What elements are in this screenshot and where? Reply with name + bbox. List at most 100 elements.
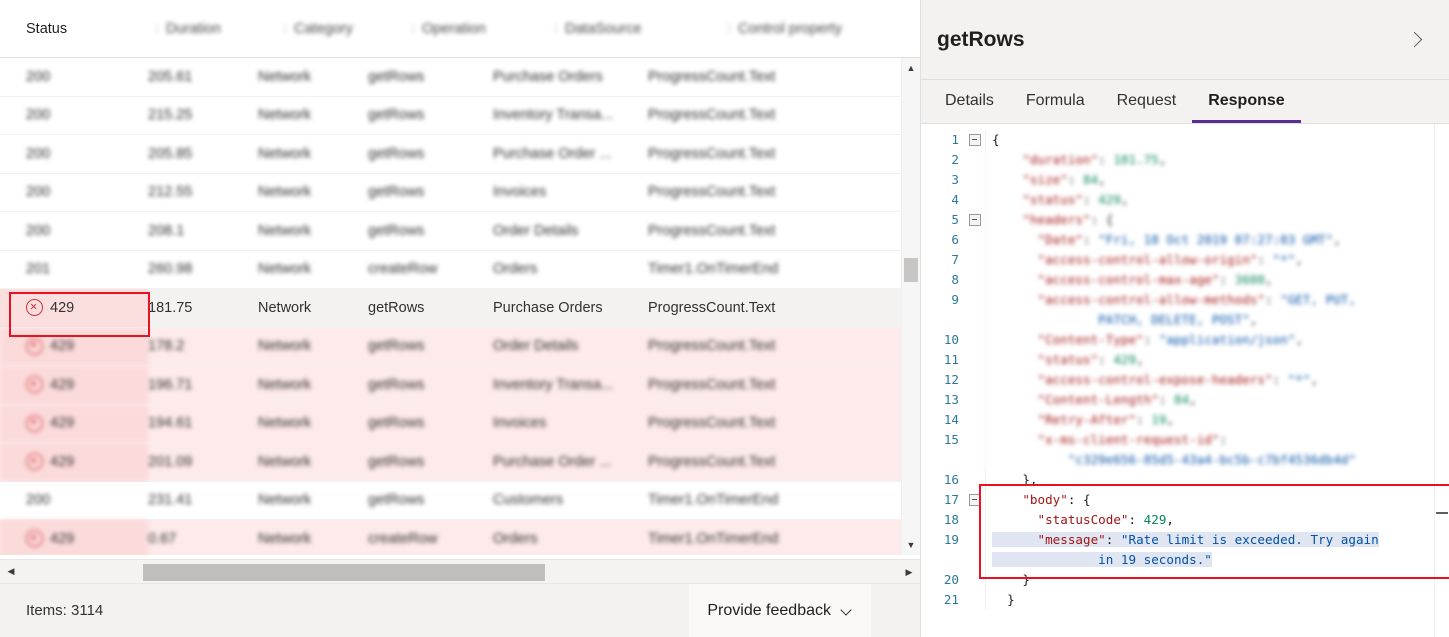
- fold-slot: [965, 530, 985, 534]
- cell-duration: 201.09: [148, 453, 193, 470]
- column-header-operation[interactable]: Operation: [422, 21, 547, 37]
- response-json-viewer[interactable]: 1{2 "duration": 181.75, 3 "size": 84, 4 "s…: [921, 124, 1449, 637]
- table-row[interactable]: 200 208.1 Network getRows Order Details Progr…: [0, 212, 920, 251]
- fold-slot: [965, 330, 985, 334]
- table-row[interactable]: 429 194.61 Network getRows Invoices ProgressC…: [0, 404, 920, 443]
- column-resize-handle[interactable]: ⋮: [720, 22, 738, 35]
- cell-operation: createRow: [368, 530, 438, 547]
- fold-slot: [965, 350, 985, 354]
- line-number: 12: [943, 372, 959, 387]
- cell-duration: 194.61: [148, 415, 193, 432]
- fold-slot: [965, 570, 985, 574]
- cell-operation: getRows: [368, 107, 425, 124]
- table-row[interactable]: 429 178.2 Network getRows Order Details Progr…: [0, 327, 920, 366]
- vertical-scroll-thumb[interactable]: [904, 258, 918, 282]
- column-resize-handle[interactable]: ⋮: [148, 22, 166, 35]
- line-number: 1: [951, 132, 959, 147]
- fold-slot: [965, 430, 985, 434]
- scroll-right-arrow-icon[interactable]: ▶: [898, 560, 920, 584]
- json-scroll-thumb[interactable]: [1436, 512, 1448, 514]
- line-number: 13: [943, 392, 959, 407]
- json-code-text: }: [985, 570, 1449, 590]
- scroll-left-arrow-icon[interactable]: ◀: [0, 560, 22, 584]
- cell-category: Network: [258, 376, 312, 393]
- json-code-text: "status": 429,: [985, 190, 1449, 210]
- collapse-toggle-icon[interactable]: [969, 214, 981, 226]
- json-line: 6 "Date": "Fri, 18 Oct 2019 07:27:03 GMT…: [921, 230, 1449, 250]
- status-code-value: 429: [50, 530, 75, 547]
- provide-feedback-label: Provide feedback: [707, 601, 831, 619]
- line-number: 21: [943, 592, 959, 607]
- table-horizontal-scrollbar[interactable]: ◀ ▶: [0, 559, 920, 584]
- error-circle-x-icon: [26, 414, 43, 432]
- cell-category: Network: [258, 453, 312, 470]
- cell-duration: 0.67: [148, 530, 177, 547]
- line-number: 8: [951, 272, 959, 287]
- column-header-control-property[interactable]: Control property: [738, 21, 920, 37]
- cell-control: ProgressCount.Text: [648, 107, 776, 124]
- collapse-toggle-icon[interactable]: [969, 134, 981, 146]
- table-row[interactable]: 200 212.55 Network getRows Invoices ProgressC…: [0, 173, 920, 212]
- line-number: 17: [943, 492, 959, 507]
- json-line: PATCH, DELETE, POST",: [921, 310, 1449, 330]
- json-code-text: "x-ms-client-request-id":: [985, 430, 1449, 450]
- json-code-text: "access-control-allow-methods": "GET, PU…: [985, 290, 1449, 310]
- column-resize-handle[interactable]: ⋮: [276, 22, 294, 35]
- line-number: 20: [943, 572, 959, 587]
- column-header-status[interactable]: Status: [0, 21, 148, 37]
- cell-category: Network: [258, 107, 312, 124]
- column-resize-handle[interactable]: ⋮: [547, 22, 565, 35]
- tab-details[interactable]: Details: [929, 81, 1010, 123]
- collapse-toggle-icon[interactable]: [969, 494, 981, 506]
- cell-datasource: Invoices: [493, 415, 547, 432]
- json-code-text: {: [985, 130, 1449, 150]
- table-row[interactable]: 429 0.67 Network createRow Orders Timer1.OnTi…: [0, 520, 920, 555]
- fold-slot: [965, 450, 985, 454]
- cell-operation: getRows: [368, 338, 425, 355]
- json-code-text: },: [985, 470, 1449, 490]
- scroll-up-arrow-icon[interactable]: ▲: [902, 58, 920, 78]
- column-header-category[interactable]: Category: [294, 21, 404, 37]
- json-line: in 19 seconds.": [921, 550, 1449, 570]
- json-vertical-scrollbar[interactable]: [1434, 124, 1449, 637]
- cell-operation: createRow: [368, 261, 438, 278]
- cell-category: Network: [258, 261, 312, 278]
- cell-duration: 205.85: [148, 145, 193, 162]
- table-row[interactable]: 200 205.61 Network getRows Purchase Orders Pr…: [0, 58, 920, 97]
- tab-response[interactable]: Response: [1192, 81, 1301, 123]
- scroll-down-arrow-icon[interactable]: ▼: [902, 535, 920, 555]
- table-row[interactable]: 429 201.09 Network getRows Purchase Order ..…: [0, 443, 920, 482]
- table-vertical-scrollbar[interactable]: ▲ ▼: [901, 58, 920, 555]
- table-row[interactable]: 201 260.98 Network createRow Orders Timer1.On…: [0, 250, 920, 289]
- json-code-text: "access-control-expose-headers": "*",: [985, 370, 1449, 390]
- json-line: 21 }: [921, 590, 1449, 610]
- error-circle-x-icon: [26, 337, 43, 355]
- json-line: 4 "status": 429,: [921, 190, 1449, 210]
- fold-slot: [965, 490, 985, 506]
- table-row[interactable]: 200 205.85 Network getRows Purchase Order ..…: [0, 135, 920, 174]
- line-number: 7: [951, 252, 959, 267]
- json-line: 2 "duration": 181.75,: [921, 150, 1449, 170]
- json-code-text: "Retry-After": 19,: [985, 410, 1449, 430]
- collapse-panel-button[interactable]: [1401, 26, 1427, 52]
- cell-control: ProgressCount.Text: [648, 415, 776, 432]
- cell-control: ProgressCount.Text: [648, 222, 776, 239]
- detail-panel-header: getRows: [921, 0, 1449, 80]
- column-header-datasource[interactable]: DataSource: [565, 21, 720, 37]
- table-row[interactable]: 429 196.71 Network getRows Inventory Transa.…: [0, 366, 920, 405]
- tab-formula[interactable]: Formula: [1010, 81, 1101, 123]
- table-row[interactable]: 200 231.41 Network getRows Customers Timer1.O…: [0, 481, 920, 520]
- tab-request[interactable]: Request: [1101, 81, 1193, 123]
- cell-control: ProgressCount.Text: [648, 376, 776, 393]
- column-resize-handle[interactable]: ⋮: [404, 22, 422, 35]
- table-row[interactable]: 200 215.25 Network getRows Inventory Transa.…: [0, 96, 920, 135]
- cell-control: ProgressCount.Text: [648, 184, 776, 201]
- table-header-row: Status ⋮ Duration ⋮ Category ⋮ Operation ⋮ DataS…: [0, 0, 920, 58]
- line-number: 9: [951, 292, 959, 307]
- column-header-duration[interactable]: Duration: [166, 21, 276, 37]
- cell-duration: 215.25: [148, 107, 193, 124]
- horizontal-scroll-thumb[interactable]: [143, 564, 545, 581]
- fold-slot: [965, 590, 985, 594]
- provide-feedback-button[interactable]: Provide feedback: [689, 584, 871, 637]
- table-row[interactable]: 429 181.75 Network getRows Purchase Orders Pr…: [0, 289, 920, 328]
